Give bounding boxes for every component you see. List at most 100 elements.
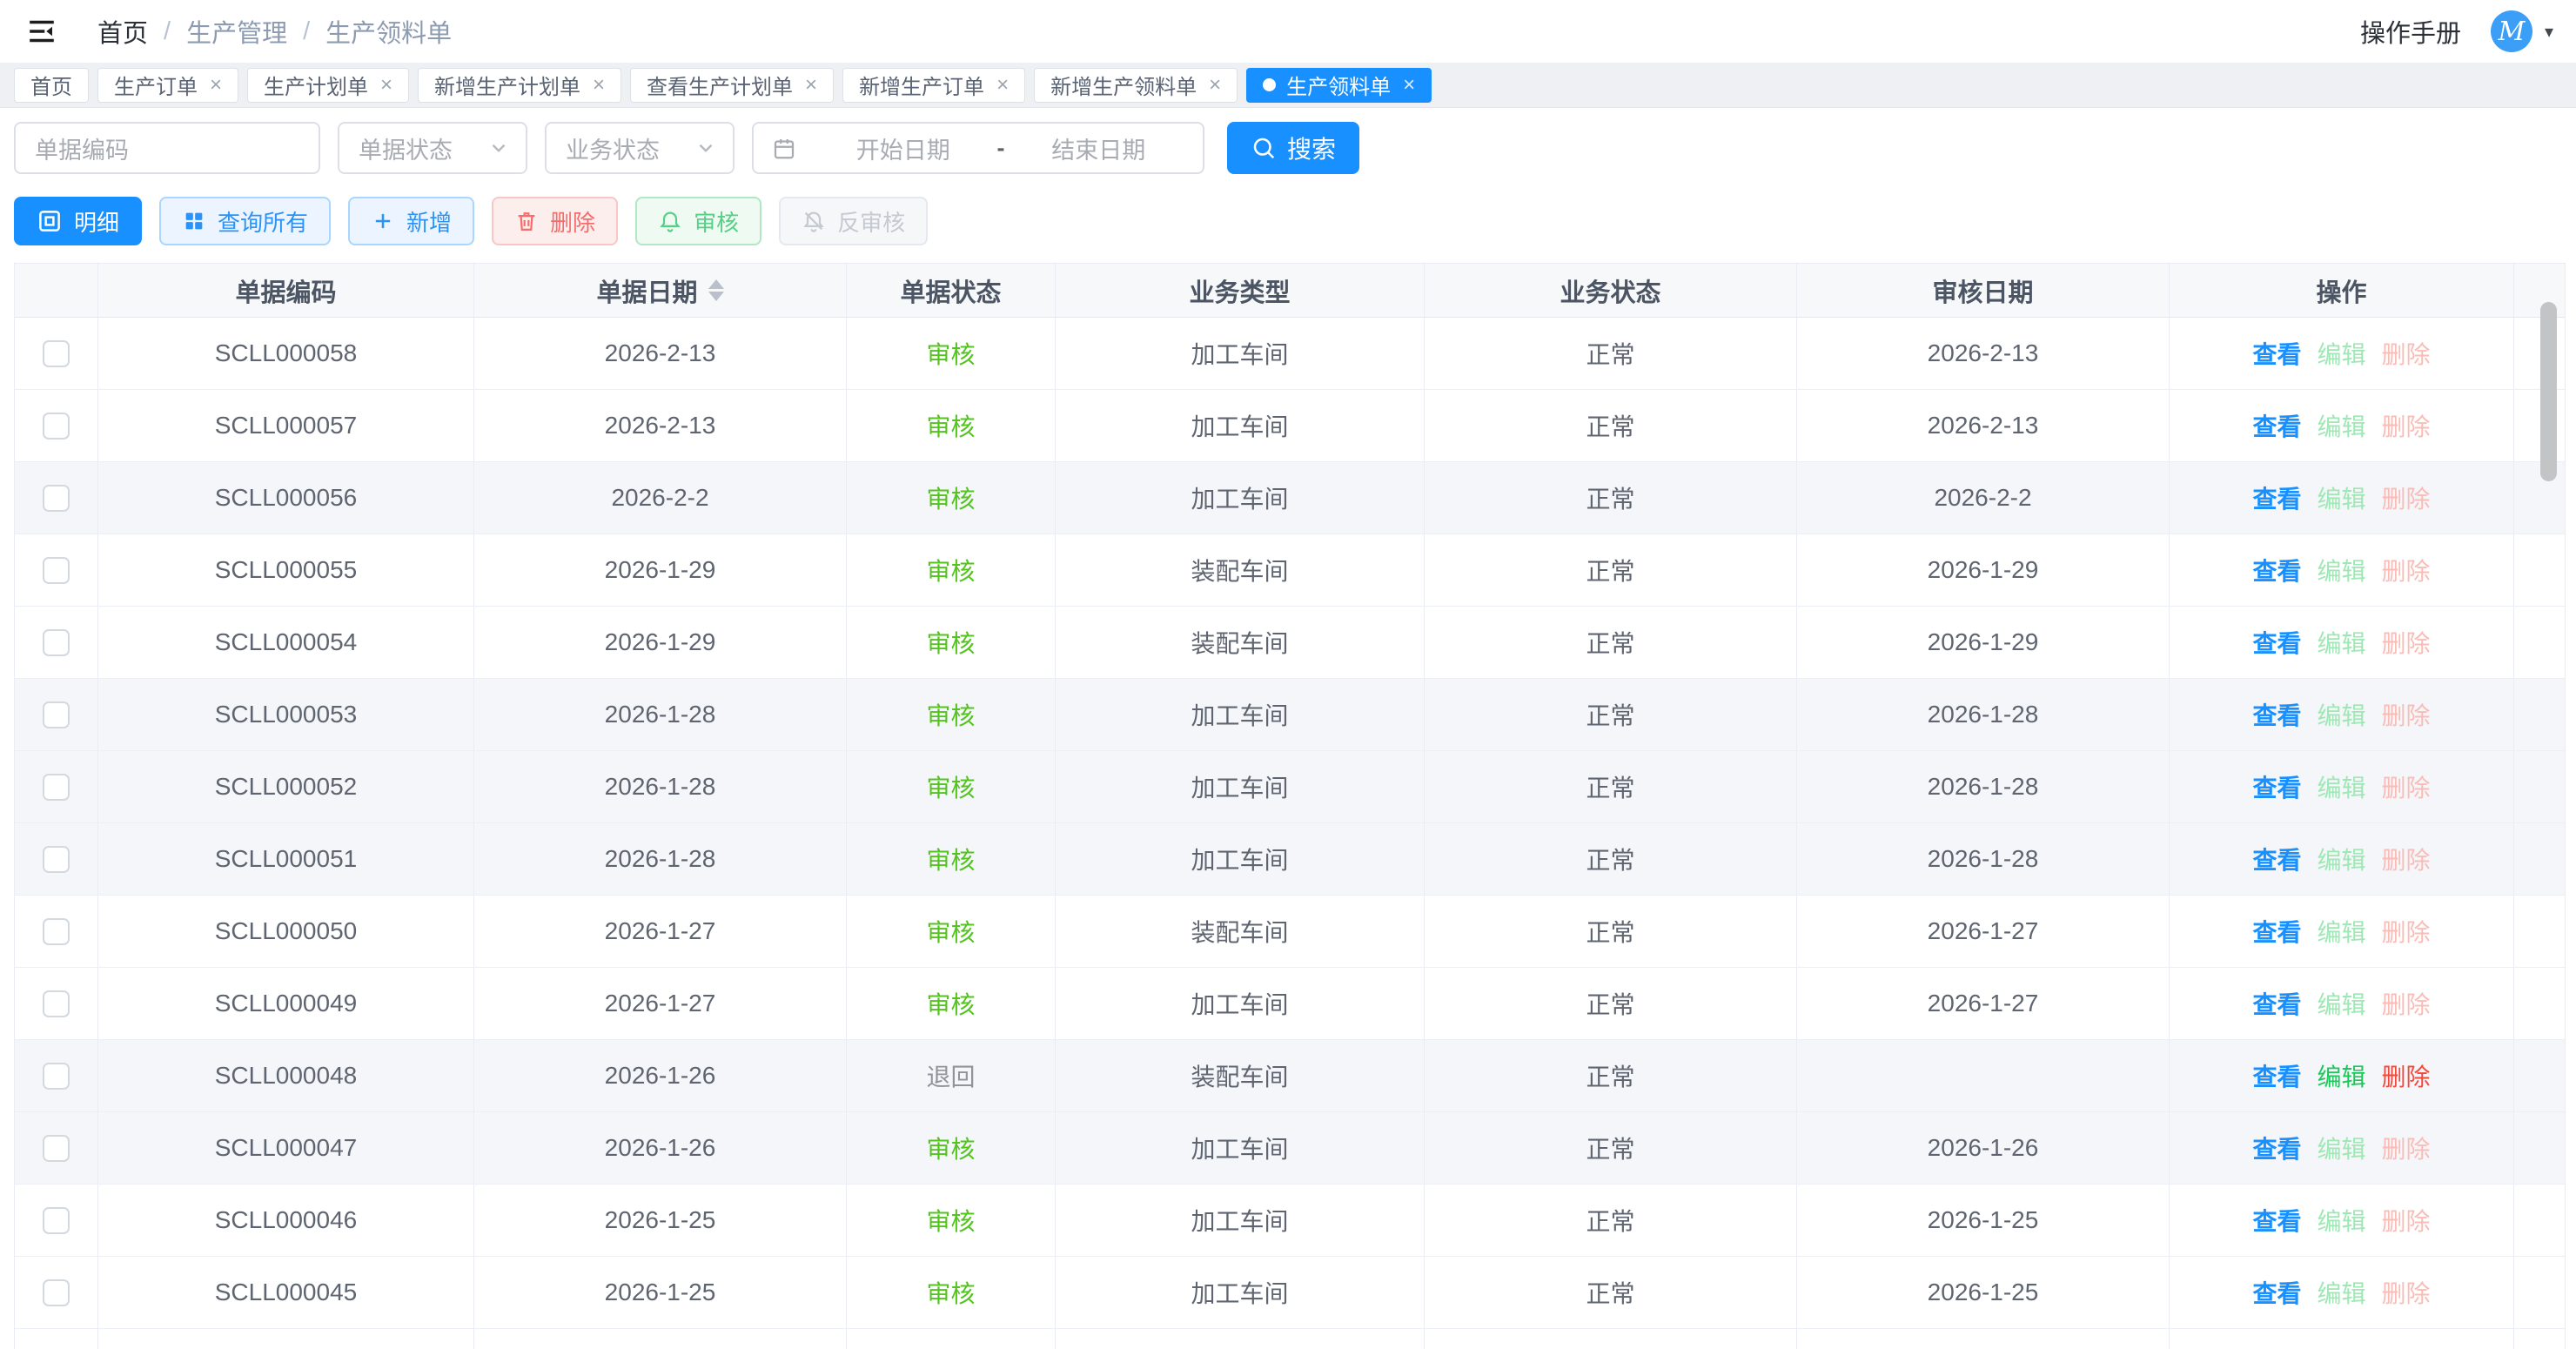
view-link[interactable]: 查看 bbox=[2252, 1131, 2301, 1165]
date-end-input[interactable]: 结束日期 bbox=[1012, 131, 1186, 165]
tab-label: 生产订单 bbox=[114, 70, 198, 100]
close-icon[interactable]: × bbox=[210, 75, 222, 96]
delete-link[interactable]: 删除 bbox=[2382, 480, 2431, 515]
row-checkbox[interactable] bbox=[43, 701, 70, 728]
unaudit-button[interactable]: 反审核 bbox=[779, 197, 928, 245]
tab-active[interactable]: 生产领料单× bbox=[1246, 68, 1432, 103]
close-icon[interactable]: × bbox=[593, 75, 605, 96]
sort-icon[interactable] bbox=[708, 279, 724, 301]
detail-button[interactable]: 明细 bbox=[14, 197, 142, 245]
cell-doc-date: 2026-1-25 bbox=[474, 1257, 847, 1328]
tab[interactable]: 新增生产领料单× bbox=[1034, 68, 1238, 103]
cell-biz-status: 正常 bbox=[1425, 1040, 1797, 1111]
row-checkbox[interactable] bbox=[43, 1207, 70, 1234]
view-link[interactable]: 查看 bbox=[2252, 336, 2301, 371]
close-icon[interactable]: × bbox=[805, 75, 817, 96]
row-checkbox[interactable] bbox=[43, 557, 70, 584]
delete-link[interactable]: 删除 bbox=[2382, 842, 2431, 876]
doc-status-select[interactable]: 单据状态 bbox=[338, 122, 527, 174]
edit-link[interactable]: 编辑 bbox=[2317, 408, 2365, 443]
chevron-down-icon[interactable]: ▾ bbox=[2545, 21, 2553, 43]
cell-actions: 查看编辑删除 bbox=[2170, 823, 2514, 895]
vertical-scrollbar-thumb[interactable] bbox=[2540, 302, 2557, 481]
view-link[interactable]: 查看 bbox=[2252, 553, 2301, 587]
delete-link[interactable]: 删除 bbox=[2382, 408, 2431, 443]
row-checkbox[interactable] bbox=[43, 774, 70, 801]
view-link[interactable]: 查看 bbox=[2252, 914, 2301, 949]
audit-button[interactable]: 审核 bbox=[635, 197, 761, 245]
close-icon[interactable]: × bbox=[1403, 75, 1415, 96]
row-checkbox[interactable] bbox=[43, 485, 70, 512]
delete-link[interactable]: 删除 bbox=[2382, 986, 2431, 1021]
row-checkbox[interactable] bbox=[43, 1279, 70, 1306]
avatar[interactable]: M bbox=[2491, 10, 2532, 52]
view-link[interactable]: 查看 bbox=[2252, 1058, 2301, 1093]
view-link[interactable]: 查看 bbox=[2252, 986, 2301, 1021]
cell-actions: 查看编辑删除 bbox=[2170, 679, 2514, 750]
delete-link[interactable]: 删除 bbox=[2382, 336, 2431, 371]
date-start-input[interactable]: 开始日期 bbox=[816, 131, 990, 165]
row-checkbox[interactable] bbox=[43, 340, 70, 367]
view-link[interactable]: 查看 bbox=[2252, 697, 2301, 732]
view-link[interactable]: 查看 bbox=[2252, 1275, 2301, 1310]
view-link[interactable]: 查看 bbox=[2252, 1203, 2301, 1238]
close-icon[interactable]: × bbox=[996, 75, 1009, 96]
cell-doc-status: 审核 bbox=[847, 607, 1056, 678]
doc-code-input[interactable]: 单据编码 bbox=[14, 122, 320, 174]
row-checkbox[interactable] bbox=[43, 990, 70, 1017]
edit-link[interactable]: 编辑 bbox=[2317, 986, 2365, 1021]
row-checkbox[interactable] bbox=[43, 1063, 70, 1090]
edit-link[interactable]: 编辑 bbox=[2317, 1058, 2365, 1093]
edit-link[interactable]: 编辑 bbox=[2317, 914, 2365, 949]
add-button[interactable]: 新增 bbox=[348, 197, 474, 245]
tab[interactable]: 新增生产订单× bbox=[842, 68, 1025, 103]
tab[interactable]: 生产订单 × bbox=[97, 68, 238, 103]
breadcrumb-section[interactable]: 生产管理 bbox=[186, 13, 287, 50]
view-link[interactable]: 查看 bbox=[2252, 480, 2301, 515]
close-icon[interactable]: × bbox=[1209, 75, 1221, 96]
row-checkbox[interactable] bbox=[43, 918, 70, 945]
view-link[interactable]: 查看 bbox=[2252, 408, 2301, 443]
tab[interactable]: 首页 bbox=[14, 68, 89, 103]
header-select-cell bbox=[15, 264, 98, 317]
delete-link[interactable]: 删除 bbox=[2382, 914, 2431, 949]
delete-link[interactable]: 删除 bbox=[2382, 1275, 2431, 1310]
delete-link[interactable]: 删除 bbox=[2382, 625, 2431, 660]
row-checkbox[interactable] bbox=[43, 1135, 70, 1162]
breadcrumb-home[interactable]: 首页 bbox=[97, 13, 148, 50]
close-icon[interactable]: × bbox=[380, 75, 392, 96]
edit-link[interactable]: 编辑 bbox=[2317, 769, 2365, 804]
tab[interactable]: 查看生产计划单× bbox=[630, 68, 834, 103]
edit-link[interactable]: 编辑 bbox=[2317, 480, 2365, 515]
header-doc-date[interactable]: 单据日期 bbox=[474, 264, 847, 317]
view-link[interactable]: 查看 bbox=[2252, 842, 2301, 876]
delete-link[interactable]: 删除 bbox=[2382, 769, 2431, 804]
date-range-picker[interactable]: 开始日期 - 结束日期 bbox=[752, 122, 1204, 174]
view-link[interactable]: 查看 bbox=[2252, 769, 2301, 804]
edit-link[interactable]: 编辑 bbox=[2317, 1203, 2365, 1238]
edit-link[interactable]: 编辑 bbox=[2317, 697, 2365, 732]
query-all-button[interactable]: 查询所有 bbox=[159, 197, 331, 245]
edit-link[interactable]: 编辑 bbox=[2317, 1131, 2365, 1165]
delete-link[interactable]: 删除 bbox=[2382, 697, 2431, 732]
search-button[interactable]: 搜索 bbox=[1227, 122, 1359, 174]
row-checkbox[interactable] bbox=[43, 413, 70, 440]
delete-link[interactable]: 删除 bbox=[2382, 553, 2431, 587]
edit-link[interactable]: 编辑 bbox=[2317, 1275, 2365, 1310]
delete-link[interactable]: 删除 bbox=[2382, 1058, 2431, 1093]
edit-link[interactable]: 编辑 bbox=[2317, 625, 2365, 660]
row-checkbox[interactable] bbox=[43, 846, 70, 873]
biz-status-select[interactable]: 业务状态 bbox=[545, 122, 735, 174]
tab[interactable]: 新增生产计划单× bbox=[418, 68, 621, 103]
menu-fold-icon[interactable] bbox=[23, 12, 61, 50]
delete-button[interactable]: 删除 bbox=[492, 197, 618, 245]
edit-link[interactable]: 编辑 bbox=[2317, 336, 2365, 371]
delete-link[interactable]: 删除 bbox=[2382, 1203, 2431, 1238]
view-link[interactable]: 查看 bbox=[2252, 625, 2301, 660]
edit-link[interactable]: 编辑 bbox=[2317, 553, 2365, 587]
edit-link[interactable]: 编辑 bbox=[2317, 842, 2365, 876]
manual-link[interactable]: 操作手册 bbox=[2360, 13, 2461, 50]
row-checkbox[interactable] bbox=[43, 629, 70, 656]
tab[interactable]: 生产计划单× bbox=[247, 68, 409, 103]
delete-link[interactable]: 删除 bbox=[2382, 1131, 2431, 1165]
